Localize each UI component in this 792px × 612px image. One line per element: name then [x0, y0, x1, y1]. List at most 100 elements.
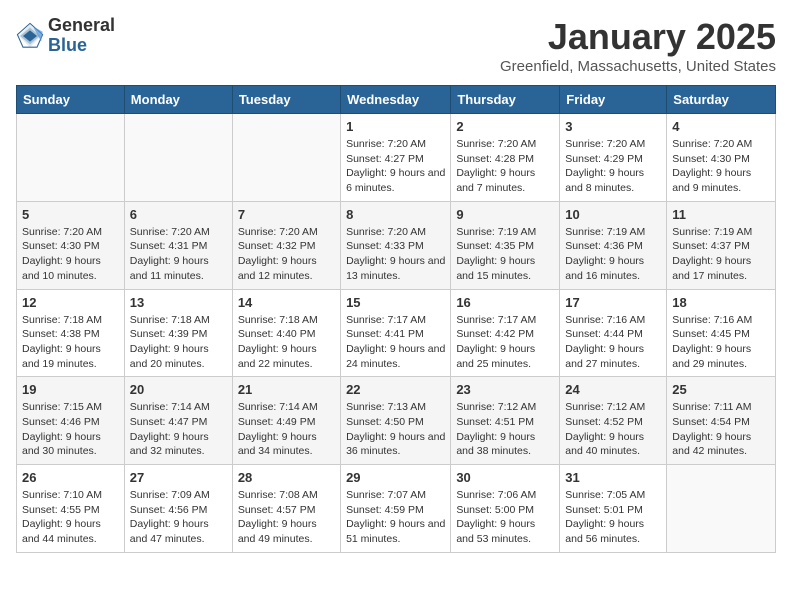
day-number: 25 — [672, 382, 770, 397]
page-header: General Blue January 2025 Greenfield, Ma… — [16, 16, 776, 75]
calendar-cell: 3 Sunrise: 7:20 AM Sunset: 4:29 PM Daylig… — [560, 114, 667, 202]
day-info: Sunrise: 7:12 AM Sunset: 4:51 PM Dayligh… — [456, 400, 554, 459]
calendar-cell: 27 Sunrise: 7:09 AM Sunset: 4:56 PM Dayli… — [124, 465, 232, 553]
calendar-cell: 19Sunrise: 7:15 AM Sunset: 4:46 PM Dayli… — [17, 377, 125, 465]
calendar-cell: 18 Sunrise: 7:16 AM Sunset: 4:45 PM Dayli… — [667, 289, 776, 377]
day-number: 27 — [130, 470, 227, 485]
day-number: 4 — [672, 119, 770, 134]
calendar-title: January 2025 — [500, 16, 776, 58]
day-number: 29 — [346, 470, 445, 485]
calendar-cell — [17, 114, 125, 202]
day-info: Sunrise: 7:20 AM Sunset: 4:29 PM Dayligh… — [565, 137, 661, 196]
day-number: 9 — [456, 207, 554, 222]
day-number: 2 — [456, 119, 554, 134]
day-info: Sunrise: 7:20 AM Sunset: 4:33 PM Dayligh… — [346, 225, 445, 284]
day-info: Sunrise: 7:14 AM Sunset: 4:49 PM Dayligh… — [238, 400, 335, 459]
calendar-cell: 17Sunrise: 7:16 AM Sunset: 4:44 PM Dayli… — [560, 289, 667, 377]
day-number: 22 — [346, 382, 445, 397]
day-number: 5 — [22, 207, 119, 222]
day-info: Sunrise: 7:20 AM Sunset: 4:28 PM Dayligh… — [456, 137, 554, 196]
weekday-header: Saturday — [667, 86, 776, 114]
day-number: 24 — [565, 382, 661, 397]
calendar-cell: 13 Sunrise: 7:18 AM Sunset: 4:39 PM Dayli… — [124, 289, 232, 377]
calendar-cell: 12Sunrise: 7:18 AM Sunset: 4:38 PM Dayli… — [17, 289, 125, 377]
calendar-week-row: 1 Sunrise: 7:20 AM Sunset: 4:27 PM Daylig… — [17, 114, 776, 202]
day-info: Sunrise: 7:13 AM Sunset: 4:50 PM Dayligh… — [346, 400, 445, 459]
day-number: 6 — [130, 207, 227, 222]
calendar-cell: 5 Sunrise: 7:20 AM Sunset: 4:30 PM Daylig… — [17, 201, 125, 289]
weekday-header: Friday — [560, 86, 667, 114]
day-info: Sunrise: 7:19 AM Sunset: 4:36 PM Dayligh… — [565, 225, 661, 284]
calendar-cell — [232, 114, 340, 202]
day-number: 11 — [672, 207, 770, 222]
calendar-cell: 6 Sunrise: 7:20 AM Sunset: 4:31 PM Daylig… — [124, 201, 232, 289]
logo-icon — [16, 22, 44, 50]
calendar-cell: 8 Sunrise: 7:20 AM Sunset: 4:33 PM Daylig… — [341, 201, 451, 289]
day-info: Sunrise: 7:11 AM Sunset: 4:54 PM Dayligh… — [672, 400, 770, 459]
calendar-cell: 23 Sunrise: 7:12 AM Sunset: 4:51 PM Dayli… — [451, 377, 560, 465]
weekday-header: Wednesday — [341, 86, 451, 114]
day-info: Sunrise: 7:09 AM Sunset: 4:56 PM Dayligh… — [130, 488, 227, 547]
calendar-cell: 22 Sunrise: 7:13 AM Sunset: 4:50 PM Dayli… — [341, 377, 451, 465]
day-number: 3 — [565, 119, 661, 134]
day-info: Sunrise: 7:10 AM Sunset: 4:55 PM Dayligh… — [22, 488, 119, 547]
calendar-cell: 9Sunrise: 7:19 AM Sunset: 4:35 PM Daylig… — [451, 201, 560, 289]
weekday-header: Tuesday — [232, 86, 340, 114]
calendar-cell: 7Sunrise: 7:20 AM Sunset: 4:32 PM Daylig… — [232, 201, 340, 289]
day-info: Sunrise: 7:20 AM Sunset: 4:30 PM Dayligh… — [22, 225, 119, 284]
day-info: Sunrise: 7:20 AM Sunset: 4:31 PM Dayligh… — [130, 225, 227, 284]
weekday-header: Monday — [124, 86, 232, 114]
day-number: 23 — [456, 382, 554, 397]
day-info: Sunrise: 7:20 AM Sunset: 4:27 PM Dayligh… — [346, 137, 445, 196]
day-info: Sunrise: 7:18 AM Sunset: 4:39 PM Dayligh… — [130, 313, 227, 372]
calendar-week-row: 26 Sunrise: 7:10 AM Sunset: 4:55 PM Dayli… — [17, 465, 776, 553]
day-number: 18 — [672, 295, 770, 310]
calendar-cell — [124, 114, 232, 202]
calendar-header-row: SundayMondayTuesdayWednesdayThursdayFrid… — [17, 86, 776, 114]
day-number: 13 — [130, 295, 227, 310]
calendar-cell: 21 Sunrise: 7:14 AM Sunset: 4:49 PM Dayli… — [232, 377, 340, 465]
calendar-cell: 20 Sunrise: 7:14 AM Sunset: 4:47 PM Dayli… — [124, 377, 232, 465]
calendar-cell: 28 Sunrise: 7:08 AM Sunset: 4:57 PM Dayli… — [232, 465, 340, 553]
calendar-cell: 10Sunrise: 7:19 AM Sunset: 4:36 PM Dayli… — [560, 201, 667, 289]
day-info: Sunrise: 7:17 AM Sunset: 4:42 PM Dayligh… — [456, 313, 554, 372]
day-number: 17 — [565, 295, 661, 310]
day-number: 15 — [346, 295, 445, 310]
calendar-subtitle: Greenfield, Massachusetts, United States — [500, 58, 776, 75]
day-number: 31 — [565, 470, 661, 485]
logo-text: General Blue — [48, 16, 115, 56]
day-info: Sunrise: 7:07 AM Sunset: 4:59 PM Dayligh… — [346, 488, 445, 547]
day-number: 19 — [22, 382, 119, 397]
day-info: Sunrise: 7:06 AM Sunset: 5:00 PM Dayligh… — [456, 488, 554, 547]
day-number: 30 — [456, 470, 554, 485]
weekday-header: Thursday — [451, 86, 560, 114]
calendar-cell: 25 Sunrise: 7:11 AM Sunset: 4:54 PM Dayli… — [667, 377, 776, 465]
day-number: 26 — [22, 470, 119, 485]
calendar-cell: 24Sunrise: 7:12 AM Sunset: 4:52 PM Dayli… — [560, 377, 667, 465]
day-info: Sunrise: 7:08 AM Sunset: 4:57 PM Dayligh… — [238, 488, 335, 547]
day-number: 7 — [238, 207, 335, 222]
day-number: 28 — [238, 470, 335, 485]
day-info: Sunrise: 7:17 AM Sunset: 4:41 PM Dayligh… — [346, 313, 445, 372]
day-info: Sunrise: 7:20 AM Sunset: 4:30 PM Dayligh… — [672, 137, 770, 196]
calendar-cell — [667, 465, 776, 553]
day-number: 21 — [238, 382, 335, 397]
title-block: January 2025 Greenfield, Massachusetts, … — [500, 16, 776, 75]
day-number: 20 — [130, 382, 227, 397]
day-number: 8 — [346, 207, 445, 222]
calendar-cell: 4 Sunrise: 7:20 AM Sunset: 4:30 PM Daylig… — [667, 114, 776, 202]
calendar-cell: 2 Sunrise: 7:20 AM Sunset: 4:28 PM Daylig… — [451, 114, 560, 202]
day-number: 1 — [346, 119, 445, 134]
calendar-cell: 16Sunrise: 7:17 AM Sunset: 4:42 PM Dayli… — [451, 289, 560, 377]
day-info: Sunrise: 7:18 AM Sunset: 4:40 PM Dayligh… — [238, 313, 335, 372]
day-info: Sunrise: 7:16 AM Sunset: 4:45 PM Dayligh… — [672, 313, 770, 372]
calendar-week-row: 19Sunrise: 7:15 AM Sunset: 4:46 PM Dayli… — [17, 377, 776, 465]
logo: General Blue — [16, 16, 115, 56]
calendar-week-row: 5 Sunrise: 7:20 AM Sunset: 4:30 PM Daylig… — [17, 201, 776, 289]
weekday-header: Sunday — [17, 86, 125, 114]
calendar-cell: 1 Sunrise: 7:20 AM Sunset: 4:27 PM Daylig… — [341, 114, 451, 202]
day-info: Sunrise: 7:14 AM Sunset: 4:47 PM Dayligh… — [130, 400, 227, 459]
calendar-week-row: 12Sunrise: 7:18 AM Sunset: 4:38 PM Dayli… — [17, 289, 776, 377]
calendar-cell: 15 Sunrise: 7:17 AM Sunset: 4:41 PM Dayli… — [341, 289, 451, 377]
calendar-cell: 11Sunrise: 7:19 AM Sunset: 4:37 PM Dayli… — [667, 201, 776, 289]
